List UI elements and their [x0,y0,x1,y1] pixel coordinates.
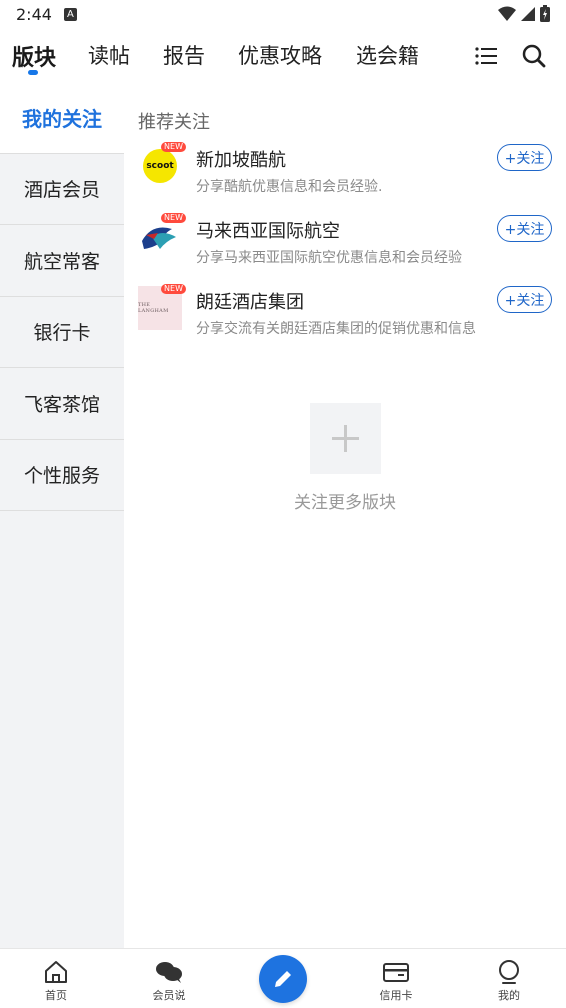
recommendation-item: scoot NEW 新加坡酷航 分享酷航优惠信息和会员经验. +关注 [124,142,566,208]
notification-a-icon: A [63,7,77,21]
top-tab-bar: 版块 读帖 报告 优惠攻略 选会籍 [0,30,566,80]
sidebar-item-label: 我的关注 [22,106,102,131]
wifi-icon [498,6,516,21]
status-bar: 2:44 A [0,0,566,28]
item-description: 分享马来西亚国际航空优惠信息和会员经验 [196,250,462,266]
recommendation-item: THE LANGHAM NEW 朗廷酒店集团 分享交流有关朗廷酒店集团的促销优惠… [124,284,566,350]
nav-credit-card[interactable]: 信用卡 [361,959,431,1003]
chat-bubbles-icon [156,962,182,983]
battery-icon [540,5,550,22]
pencil-icon [275,971,291,987]
malaysia-airlines-logo[interactable]: NEW [138,213,186,259]
status-icons [498,5,550,22]
new-badge: NEW [161,142,186,152]
logo-text: scoot [146,161,174,171]
nav-label: 我的 [498,989,520,1002]
sidebar-item-label: 银行卡 [33,322,91,345]
item-description: 分享交流有关朗廷酒店集团的促销优惠和信息 [196,321,476,337]
sidebar-item-label: 飞客茶馆 [23,393,100,416]
nav-label: 会员说 [152,989,186,1002]
nav-profile[interactable]: 我的 [474,959,544,1003]
status-time: 2:44 [16,4,52,24]
sidebar-item-hotel-members[interactable]: 酒店会员 [0,154,124,225]
item-name[interactable]: 新加坡酷航 [196,146,286,172]
logo-text: THE LANGHAM [138,302,169,314]
scoot-logo[interactable]: scoot NEW [138,142,186,188]
active-tab-indicator [28,70,38,75]
signal-icon [521,6,535,21]
nav-home[interactable]: 首页 [21,959,91,1003]
new-badge: NEW [161,213,186,223]
category-sidebar: 我的关注 酒店会员 航空常客 银行卡 飞客茶馆 个性服务 [0,82,124,948]
nav-label: 首页 [45,989,67,1002]
home-icon [45,961,67,983]
item-name[interactable]: 马来西亚国际航空 [196,217,340,243]
sidebar-item-bank-card[interactable]: 银行卡 [0,297,124,368]
sidebar-item-frequent-flyer[interactable]: 航空常客 [0,225,124,297]
follow-button[interactable]: +关注 [497,144,552,171]
plus-icon [332,425,359,452]
bottom-nav-bar: 首页 会员说 信用卡 我的 [0,948,566,1008]
sidebar-item-my-follows[interactable]: 我的关注 [0,82,124,154]
sidebar-item-personal-services[interactable]: 个性服务 [0,440,124,511]
nav-label: 信用卡 [379,989,413,1002]
item-description: 分享酷航优惠信息和会员经验. [196,179,383,195]
tab-dutie[interactable]: 读帖 [88,40,130,70]
section-title: 推荐关注 [138,112,210,133]
compose-post-button[interactable] [259,955,307,1003]
follow-button[interactable]: +关注 [497,215,552,242]
item-name[interactable]: 朗廷酒店集团 [196,288,304,314]
follow-button[interactable]: +关注 [497,286,552,313]
add-more-label: 关注更多版块 [294,493,396,513]
nav-member-talk[interactable]: 会员说 [134,959,204,1003]
profile-icon [499,960,519,984]
sidebar-item-teahouse[interactable]: 飞客茶馆 [0,368,124,440]
langham-logo[interactable]: THE LANGHAM NEW [138,284,186,330]
search-icon[interactable] [520,42,548,70]
recommendation-item: NEW 马来西亚国际航空 分享马来西亚国际航空优惠信息和会员经验 +关注 [124,213,566,279]
new-badge: NEW [161,284,186,294]
main-content: 推荐关注 scoot NEW 新加坡酷航 分享酷航优惠信息和会员经验. +关注 … [124,82,566,948]
sidebar-item-label: 航空常客 [23,250,100,273]
tab-baogao[interactable]: 报告 [163,40,205,70]
add-more-button[interactable] [310,403,381,474]
list-menu-icon[interactable] [472,42,500,70]
sidebar-item-label: 个性服务 [23,465,100,488]
tab-youhui-gonglue[interactable]: 优惠攻略 [238,40,322,70]
tab-bankuai[interactable]: 版块 [12,40,56,72]
tab-xuan-huiji[interactable]: 选会籍 [356,40,419,70]
card-icon [383,963,409,982]
sidebar-item-label: 酒店会员 [23,179,100,202]
